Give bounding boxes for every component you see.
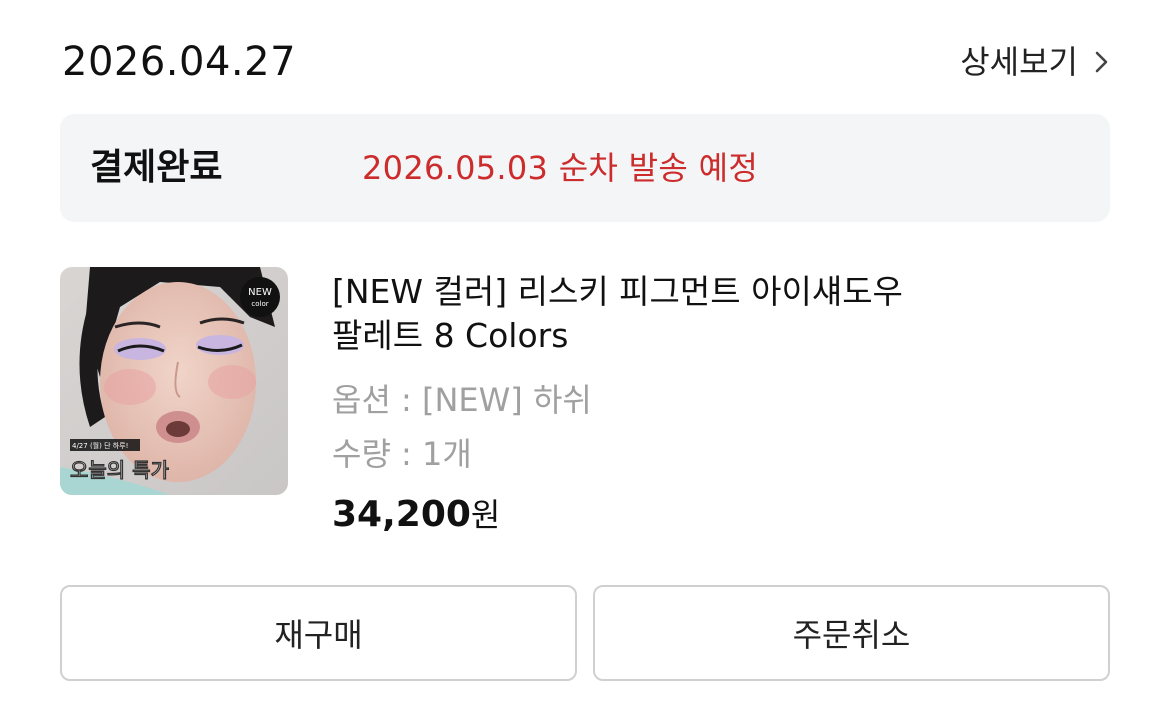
product-quantity: 수량 : 1개 — [332, 435, 472, 473]
product-thumbnail[interactable]: NEW color 4/27 (월) 단 하루! 오늘의 특가 — [60, 267, 288, 495]
promo-title-text: 오늘의 특가 — [70, 458, 170, 482]
price-amount: 34,200 — [332, 494, 471, 535]
product-name-line2: 팔레트 8 Colors — [332, 316, 569, 355]
promo-date-text: 4/27 (월) 단 하루! — [72, 441, 128, 450]
product-price: 34,200원 — [332, 494, 500, 542]
product-name[interactable]: [NEW 컬러] 리스키 피그먼트 아이섀도우 팔레트 8 Colors — [332, 270, 1052, 358]
view-details-link[interactable]: 상세보기 — [960, 42, 1110, 82]
product-option: 옵션 : [NEW] 하쉬 — [332, 381, 592, 419]
shipping-schedule-note: 2026.05.03 순차 발송 예정 — [362, 149, 759, 187]
product-name-line1: [NEW 컬러] 리스키 피그먼트 아이섀도우 — [332, 272, 903, 311]
cancel-order-button[interactable]: 주문취소 — [593, 585, 1110, 681]
order-date: 2026.04.27 — [62, 39, 297, 85]
view-details-label: 상세보기 — [960, 43, 1078, 81]
color-badge-text: color — [251, 300, 268, 308]
reorder-button[interactable]: 재구매 — [60, 585, 577, 681]
price-unit: 원 — [470, 496, 501, 534]
chevron-right-icon — [1095, 51, 1108, 73]
order-status-panel: 결제완료 2026.05.03 순차 발송 예정 — [60, 114, 1110, 222]
new-badge-text: NEW — [248, 287, 272, 298]
payment-status: 결제완료 — [90, 147, 223, 188]
